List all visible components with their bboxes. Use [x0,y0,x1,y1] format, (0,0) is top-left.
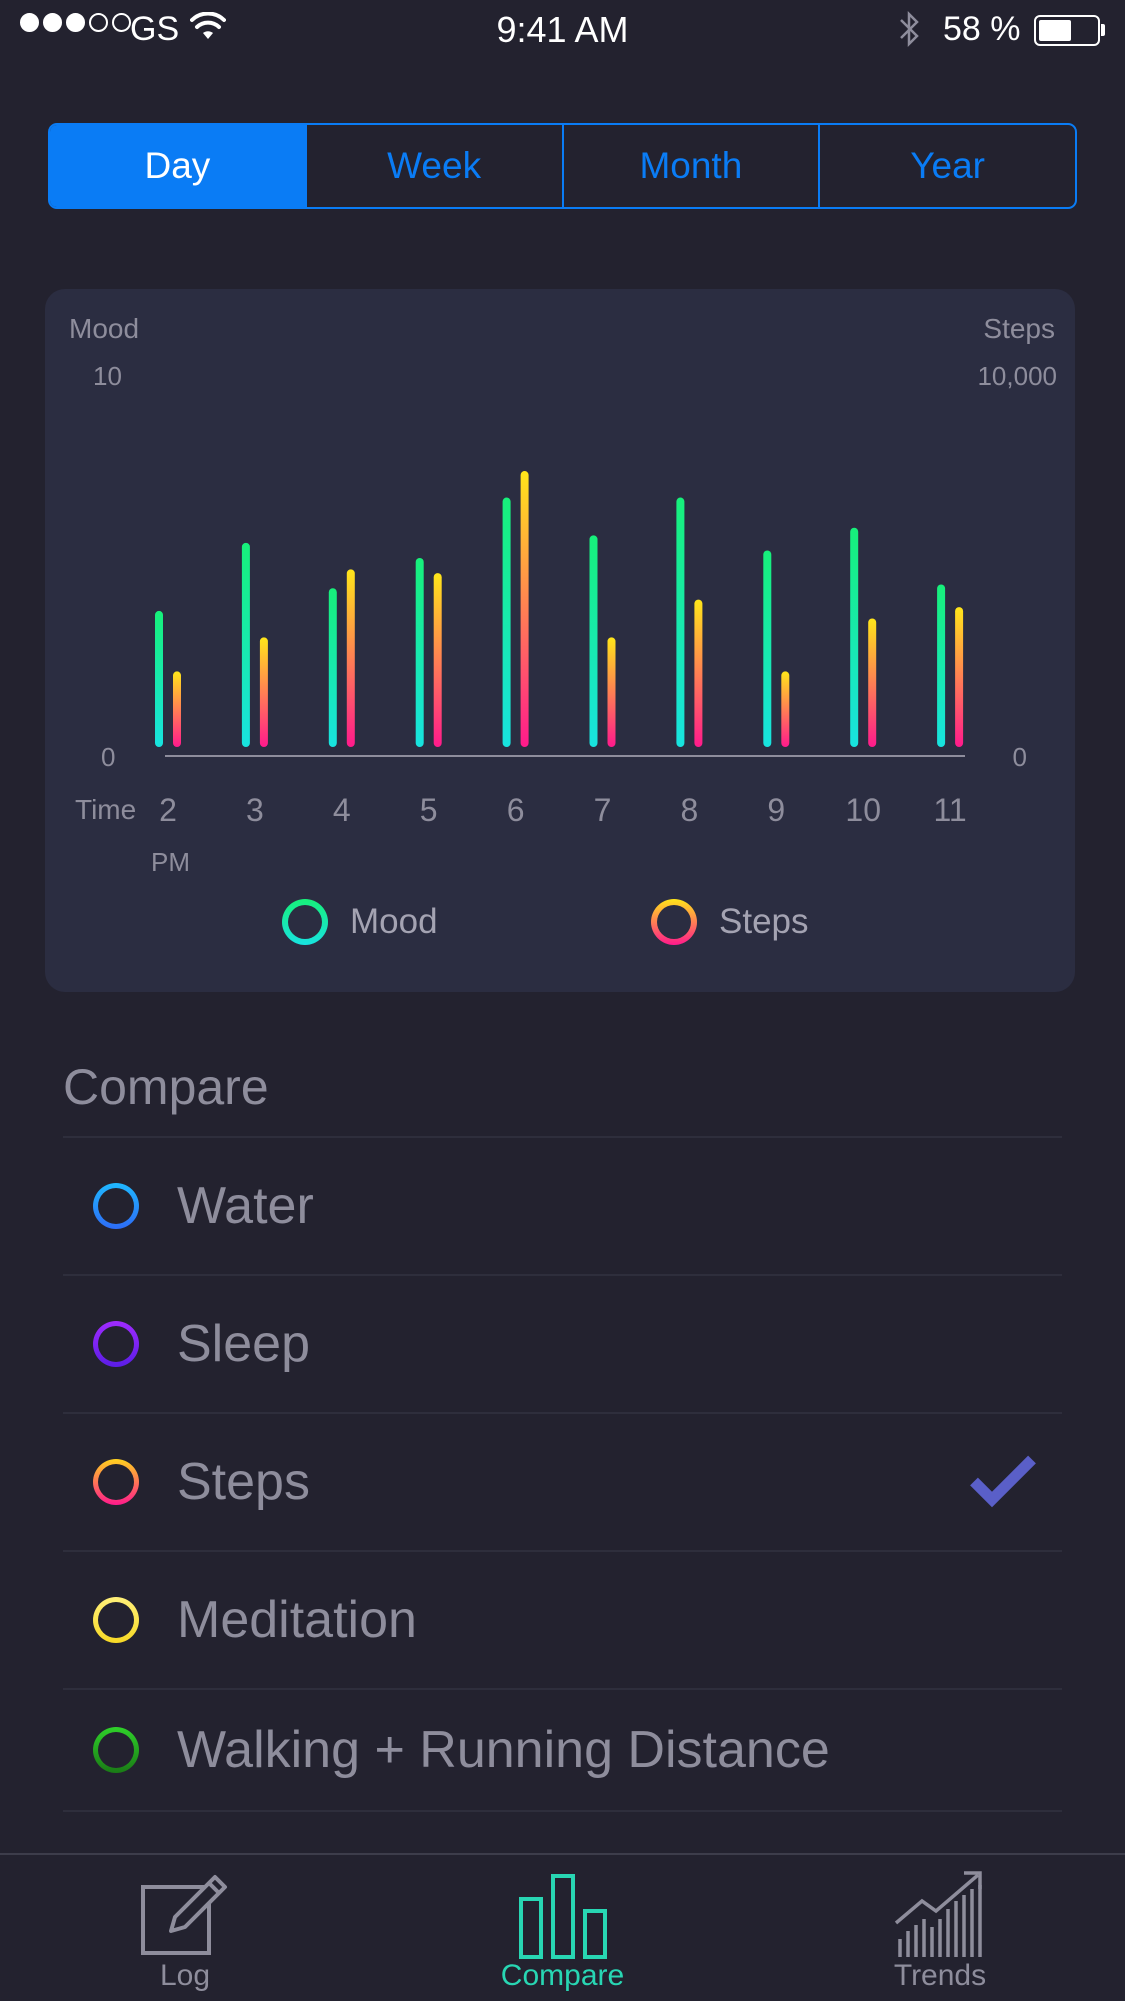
mood-steps-chart-card: Mood Steps 10 10,000 0 0 Time PM 2 3 4 5 6 7 8… [45,289,1075,992]
tab-log[interactable]: Log [120,1855,250,2001]
mood-bar [589,535,598,747]
battery-percentage: 58 % [943,10,1021,48]
segment-year[interactable]: Year [818,125,1075,207]
steps-bar [173,671,181,747]
tab-log-label: Log [159,1959,211,1992]
meditation-ring-icon [93,1597,139,1643]
walking-ring-icon [93,1727,139,1773]
x-tick-label: 11 [933,792,967,828]
pencil-square-icon [120,1869,250,1959]
compare-item-sleep[interactable]: Sleep [63,1274,1062,1412]
sleep-ring-icon [93,1321,139,1367]
x-tick-label: 6 [506,792,525,828]
mood-bar [763,550,772,747]
checkmark-icon [968,1452,1038,1513]
steps-bar [781,671,790,747]
segment-week[interactable]: Week [304,125,562,207]
legend-mood-label: Mood [350,902,438,941]
segment-day[interactable]: Day [50,125,305,207]
tab-compare-label: Compare [500,1959,625,1992]
tab-bar: Log Compare Trends [0,1853,1125,2001]
mood-bar [502,497,511,747]
mood-bar [937,584,946,747]
x-tick-label: 7 [593,792,612,828]
compare-item-label: Steps [177,1453,310,1511]
legend-mood: Mood [282,899,438,945]
compare-item-label: Sleep [177,1315,310,1373]
x-tick-label: 9 [767,792,786,828]
water-ring-icon [93,1183,139,1229]
right-axis-max: 10,000 [977,361,1057,391]
steps-bar [259,637,268,747]
trend-up-icon [870,1869,1010,1959]
legend-steps-label: Steps [719,902,809,941]
compare-item-label: Walking + Running Distance [177,1721,830,1779]
mood-steps-chart [155,471,965,757]
steps-bar [955,607,964,747]
compare-item-label: Meditation [177,1591,417,1649]
x-axis-sublabel: PM [151,847,190,877]
right-axis-label: Steps [983,313,1055,344]
steps-bar [433,573,442,747]
steps-ring-icon [651,899,697,945]
bar-chart-icon [480,1873,645,1959]
steps-bar [520,471,529,747]
x-tick-label: 3 [245,792,264,828]
steps-bar [607,637,616,747]
mood-bar [155,610,163,747]
x-tick-label: 10 [845,792,881,828]
left-axis-label: Mood [69,313,140,344]
steps-bar [868,618,877,747]
mood-bar [850,527,859,747]
x-tick-label: 5 [419,792,438,828]
segment-month[interactable]: Month [561,125,819,207]
compare-item-water[interactable]: Water [63,1136,1062,1274]
tab-compare[interactable]: Compare [480,1855,645,2001]
left-axis-max: 10 [93,361,122,391]
x-tick-label: 2 [159,792,177,828]
steps-ring-icon [93,1459,139,1505]
legend-steps: Steps [651,899,809,945]
x-tick-label: 8 [680,792,699,828]
compare-list: Water Sleep Steps Meditation Walking + R… [63,1136,1062,1812]
x-axis-label: Time [75,794,137,825]
status-bar: GS 9:41 AM 58 % [0,0,1125,60]
compare-title: Compare [63,1059,269,1115]
mood-bar [241,542,250,747]
battery-icon [1034,15,1100,46]
bluetooth-icon [897,10,923,53]
x-tick-label: 4 [332,792,351,828]
left-axis-min: 0 [101,742,116,772]
tab-trends[interactable]: Trends [870,1855,1010,2001]
steps-bar [346,569,355,747]
mood-ring-icon [282,899,328,945]
mood-bar [328,588,337,747]
tab-trends-label: Trends [893,1959,987,1992]
mood-bar [676,497,685,747]
compare-item-label: Water [177,1177,314,1235]
right-axis-min: 0 [1012,742,1027,772]
steps-bar [694,599,703,747]
compare-item-meditation[interactable]: Meditation [63,1550,1062,1688]
mood-bar [415,558,424,747]
period-segmented-control: Day Week Month Year [48,123,1077,209]
compare-item-steps[interactable]: Steps [63,1412,1062,1550]
compare-item-walking-running-distance[interactable]: Walking + Running Distance [63,1688,1062,1812]
